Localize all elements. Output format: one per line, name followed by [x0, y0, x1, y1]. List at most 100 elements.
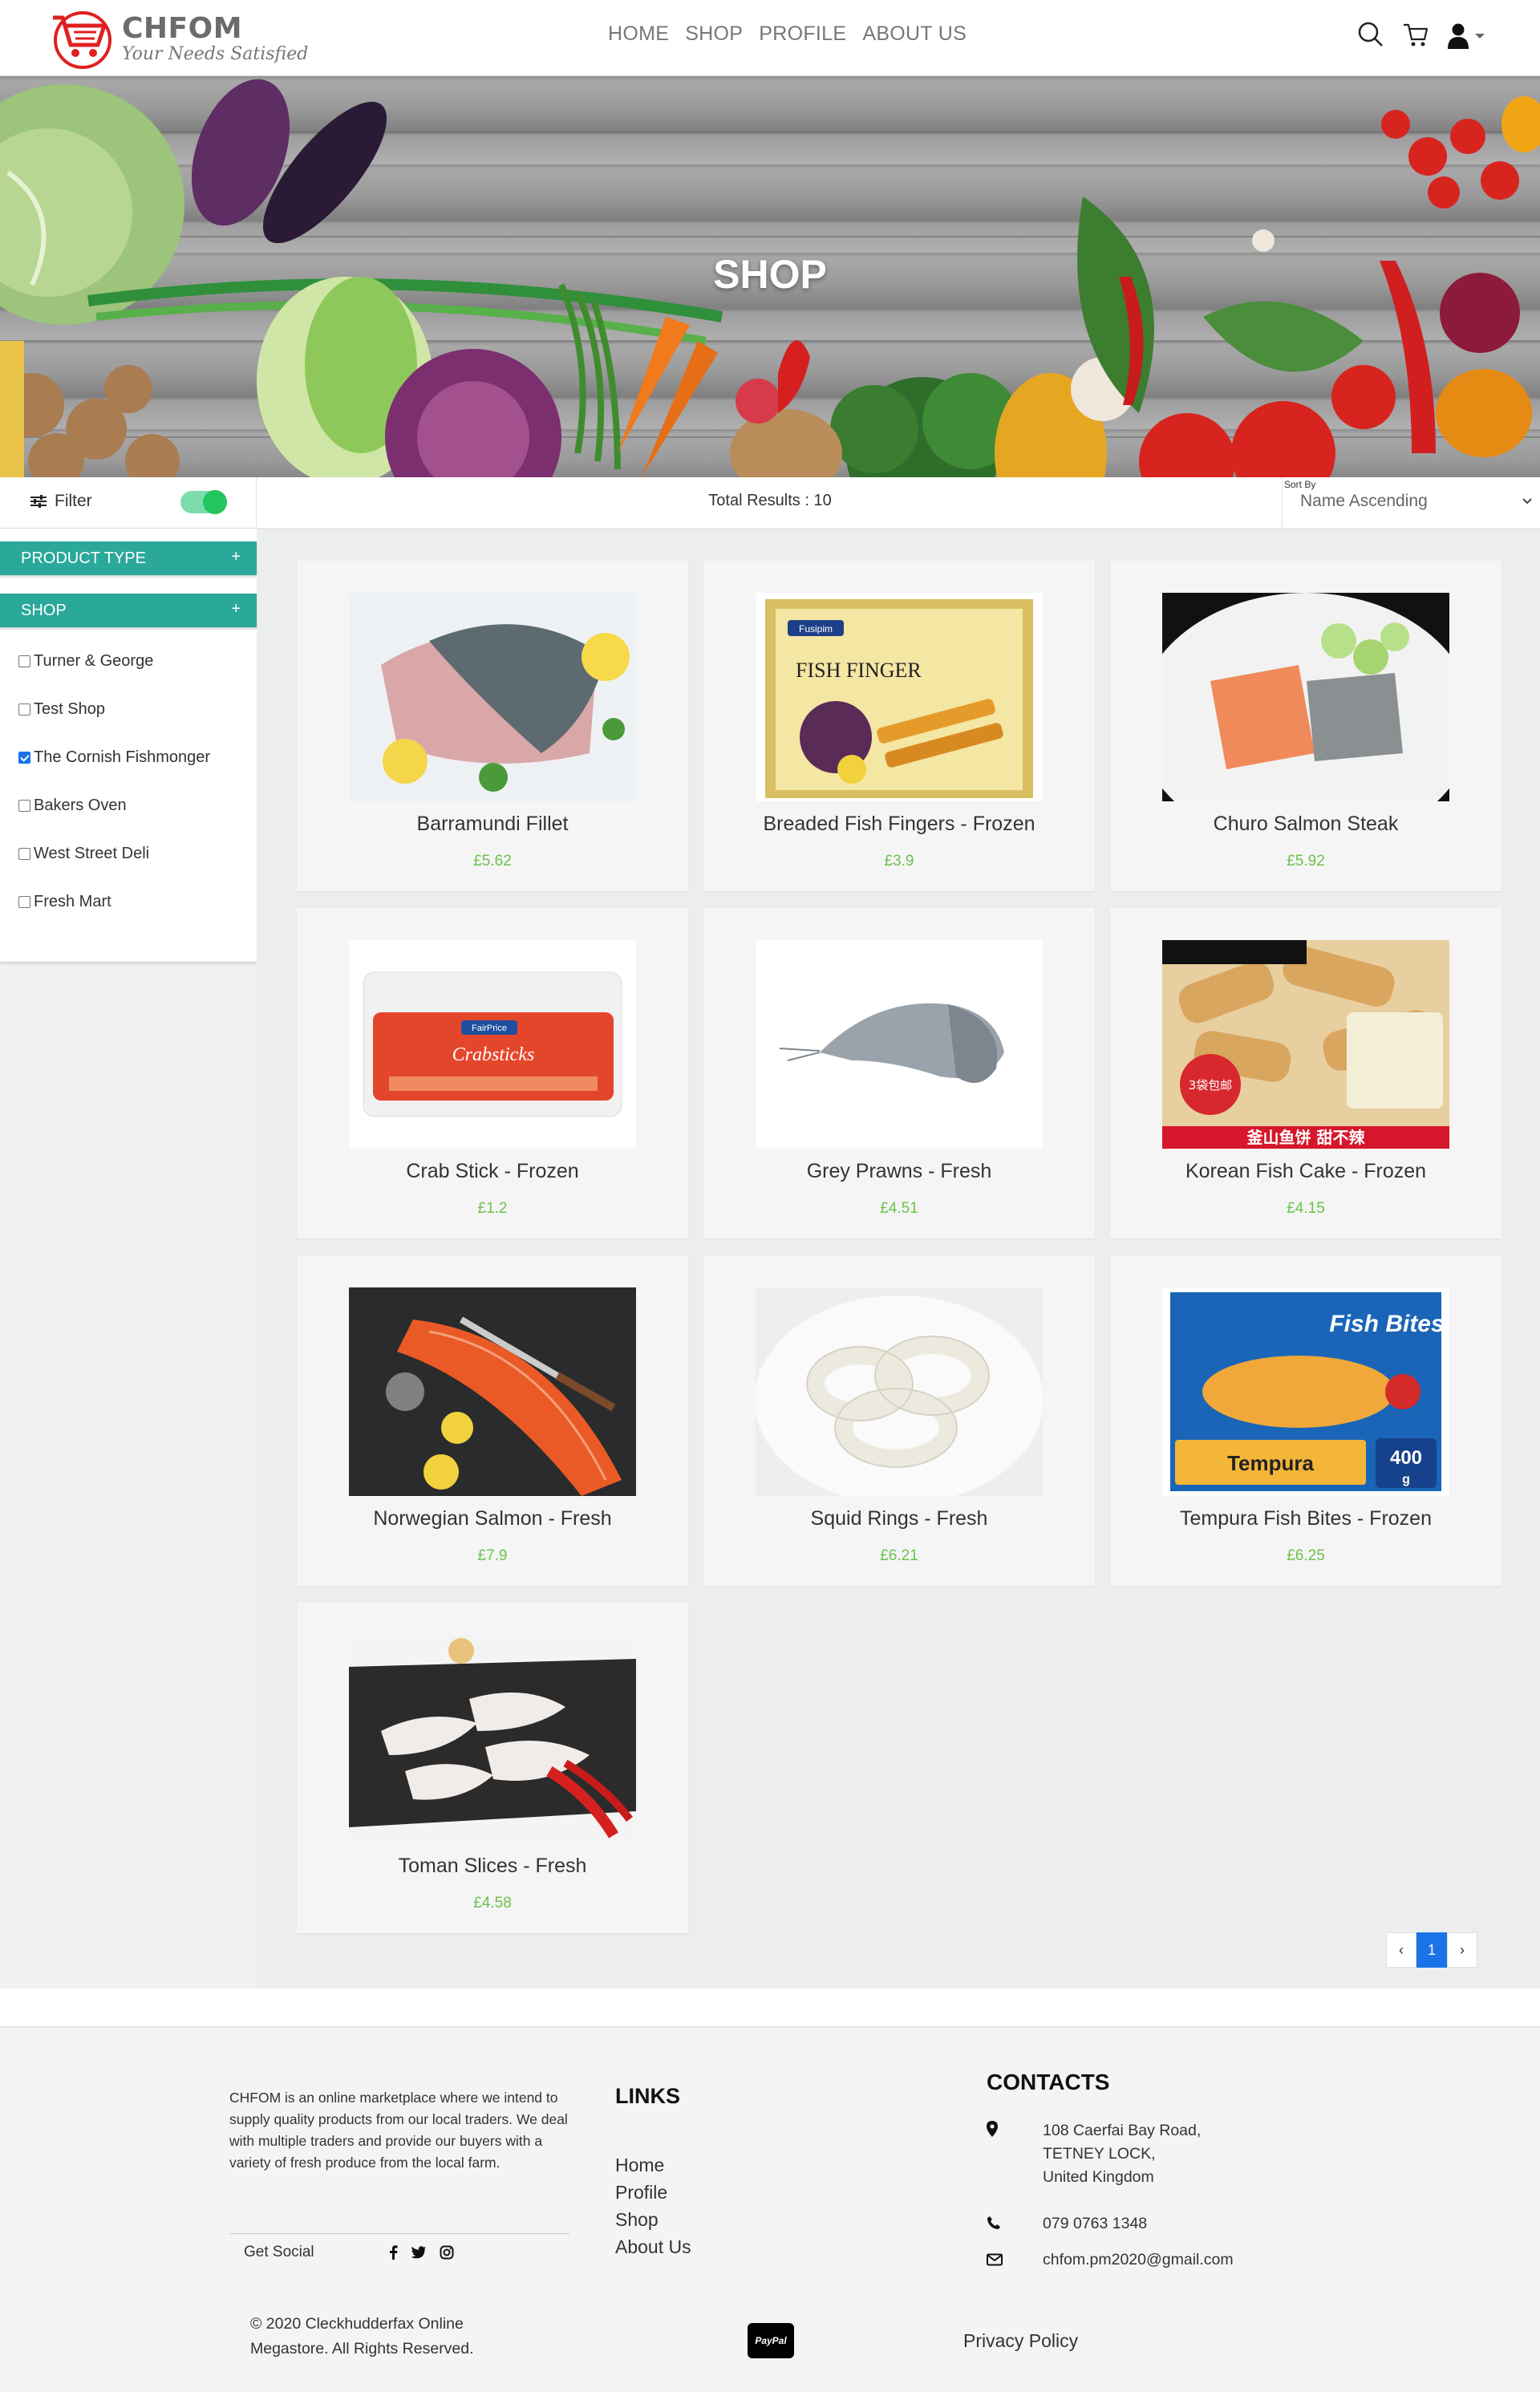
product-name: Breaded Fish Fingers - Frozen — [763, 813, 1035, 835]
header-actions — [1357, 21, 1485, 51]
brand-name: CHFOM — [122, 12, 243, 45]
product-price: £6.21 — [880, 1547, 918, 1564]
product-price: £1.2 — [477, 1200, 508, 1217]
page-1-button[interactable]: 1 — [1416, 1932, 1447, 1968]
shop-filter-option[interactable]: West Street Deli — [18, 845, 149, 863]
product-card[interactable]: FairPrice Crabsticks Crab Stick - Frozen… — [297, 908, 688, 1239]
product-name: Barramundi Fillet — [416, 813, 569, 835]
product-image: Fish Bites Tempura 400 g — [1162, 1287, 1449, 1496]
copyright-line: Megastore. All Rights Reserved. — [250, 2340, 474, 2358]
product-card[interactable]: Norwegian Salmon - Fresh £7.9 — [297, 1255, 688, 1586]
shop-filter-option[interactable]: Turner & George — [18, 652, 153, 671]
product-card[interactable]: Toman Slices - Fresh £4.58 — [297, 1603, 688, 1933]
svg-text:3袋包邮: 3袋包邮 — [1189, 1078, 1233, 1093]
next-page-button[interactable]: › — [1447, 1932, 1477, 1968]
product-card[interactable]: Fish Bites Tempura 400 g Tempura Fish Bi… — [1110, 1255, 1502, 1586]
footer-link-shop[interactable]: Shop — [615, 2206, 691, 2233]
product-card[interactable]: Grey Prawns - Fresh £4.51 — [703, 908, 1095, 1239]
svg-text:FairPrice: FairPrice — [472, 1024, 507, 1033]
svg-text:釜山鱼饼 甜不辣: 釜山鱼饼 甜不辣 — [1246, 1128, 1366, 1147]
phone-icon — [987, 2214, 1003, 2237]
plus-icon: + — [231, 548, 241, 566]
shop-filter-option[interactable]: Fresh Mart — [18, 893, 111, 911]
footer-link-profile[interactable]: Profile — [615, 2179, 691, 2206]
email-address[interactable]: chfom.pm2020@gmail.com — [1043, 2248, 1234, 2272]
product-card[interactable]: 3袋包邮 釜山鱼饼 甜不辣 Korean Fish Cake - Frozen … — [1110, 908, 1502, 1239]
shop-checkbox[interactable] — [18, 752, 30, 764]
brand-logo[interactable]: CHFOM Your Needs Satisfied — [47, 6, 308, 71]
product-card[interactable]: Squid Rings - Fresh £6.21 — [703, 1255, 1095, 1586]
address-line: 108 Caerfai Bay Road, — [1043, 2122, 1202, 2139]
hero-banner: SHOP — [0, 76, 1540, 477]
results-toolbar: Filter Total Results : 10 Sort By Name A… — [0, 477, 1540, 529]
shop-checkbox[interactable] — [18, 655, 30, 667]
social-bar: Get Social — [229, 2233, 569, 2261]
shop-checkbox[interactable] — [18, 703, 30, 716]
paypal-logo: PayPal — [748, 2323, 794, 2358]
main-nav: HOME SHOP PROFILE ABOUT US — [608, 22, 967, 46]
envelope-icon — [987, 2250, 1003, 2273]
accordion-shop[interactable]: SHOP + — [0, 594, 257, 627]
site-footer: CHFOM is an online marketplace where we … — [0, 2026, 1540, 2392]
shop-label: Bakers Oven — [34, 797, 127, 814]
nav-profile[interactable]: PROFILE — [759, 22, 846, 46]
shop-checkbox[interactable] — [18, 848, 30, 860]
cart-icon[interactable] — [1402, 21, 1429, 51]
nav-home[interactable]: HOME — [608, 22, 669, 46]
copyright: © 2020 Cleckhudderfax Online Megastore. … — [250, 2312, 474, 2362]
product-price: £6.25 — [1287, 1547, 1325, 1564]
product-card[interactable]: Fusipim FISH FINGER Breaded Fish Fingers… — [703, 561, 1095, 891]
shop-label: West Street Deli — [34, 845, 150, 862]
svg-text:FISH FINGER: FISH FINGER — [796, 659, 922, 682]
svg-text:g: g — [1402, 1473, 1410, 1486]
product-card[interactable]: Churo Salmon Steak £5.92 — [1110, 561, 1502, 891]
search-icon[interactable] — [1357, 21, 1384, 51]
map-marker-icon — [987, 2121, 1003, 2144]
product-name: Norwegian Salmon - Fresh — [373, 1507, 612, 1530]
about-text: CHFOM is an online marketplace where we … — [229, 2090, 568, 2171]
footer-link-home[interactable]: Home — [615, 2151, 691, 2179]
product-price: £3.9 — [884, 853, 914, 870]
nav-shop[interactable]: SHOP — [685, 22, 743, 46]
svg-text:Tempura: Tempura — [1227, 1451, 1314, 1475]
svg-text:Fish Bites: Fish Bites — [1329, 1311, 1444, 1337]
chevron-down-icon — [1522, 493, 1532, 509]
shop-checkbox[interactable] — [18, 896, 30, 908]
links-heading: LINKS — [615, 2084, 680, 2108]
instagram-icon[interactable] — [440, 2245, 454, 2264]
plus-icon: + — [231, 600, 241, 618]
prev-page-button[interactable]: ‹ — [1386, 1932, 1416, 1968]
social-label: Get Social — [244, 2244, 314, 2260]
user-menu[interactable] — [1447, 22, 1485, 50]
product-image — [756, 1287, 1043, 1496]
product-card[interactable]: Barramundi Fillet £5.62 — [297, 561, 688, 891]
filter-panel: PRODUCT TYPE + SHOP + Turner & George Tes… — [0, 529, 257, 962]
product-image: 3袋包邮 釜山鱼饼 甜不辣 — [1162, 940, 1449, 1149]
address-line: TETNEY LOCK, — [1043, 2145, 1156, 2163]
facebook-icon[interactable] — [388, 2245, 398, 2264]
shop-filter-option[interactable]: Bakers Oven — [18, 797, 127, 815]
shop-checkbox[interactable] — [18, 800, 30, 812]
site-header: CHFOM Your Needs Satisfied HOME SHOP PRO… — [0, 0, 1540, 76]
product-price: £5.62 — [473, 853, 512, 870]
sort-select[interactable]: Sort By Name Ascending — [1282, 477, 1540, 529]
nav-about-us[interactable]: ABOUT US — [862, 22, 967, 46]
contacts-heading: CONTACTS — [987, 2070, 1110, 2094]
accordion-product-type[interactable]: PRODUCT TYPE + — [0, 541, 257, 575]
privacy-policy-link[interactable]: Privacy Policy — [963, 2330, 1078, 2352]
footer-link-about-us[interactable]: About Us — [615, 2233, 691, 2260]
shop-label: Fresh Mart — [34, 893, 111, 910]
twitter-icon[interactable] — [411, 2245, 427, 2264]
product-image — [349, 1287, 636, 1496]
shop-label: Test Shop — [34, 700, 105, 718]
svg-text:Fusipim: Fusipim — [799, 623, 833, 634]
caret-down-icon — [1475, 34, 1485, 39]
shop-label: Turner & George — [34, 652, 154, 670]
phone-number[interactable]: 079 0763 1348 — [1043, 2212, 1147, 2236]
shop-filter-option[interactable]: The Cornish Fishmonger — [18, 748, 210, 767]
product-name: Korean Fish Cake - Frozen — [1185, 1160, 1427, 1182]
product-image — [349, 1635, 636, 1843]
product-price: £4.15 — [1287, 1200, 1325, 1217]
shop-filter-option[interactable]: Test Shop — [18, 700, 105, 719]
product-price: £4.58 — [473, 1895, 512, 1912]
